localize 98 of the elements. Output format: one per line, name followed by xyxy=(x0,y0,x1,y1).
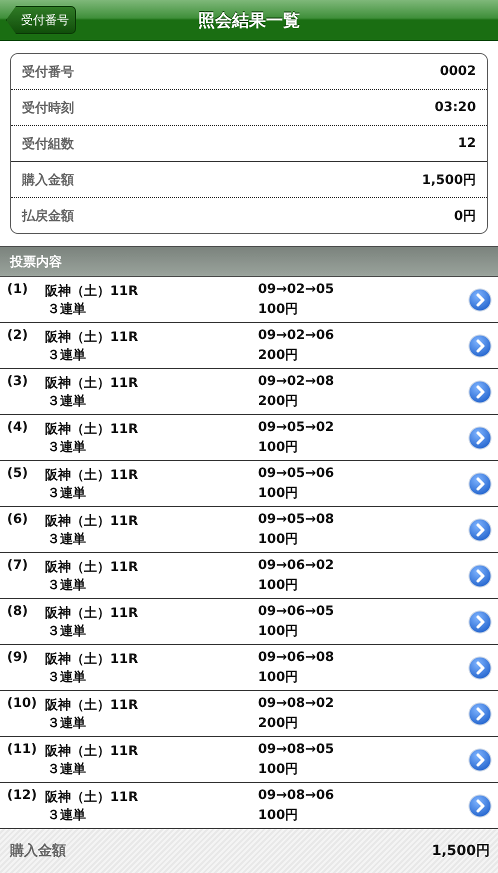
row-number: (3) xyxy=(7,374,29,390)
row-number: (10) xyxy=(7,696,38,712)
field-value: 0円 xyxy=(454,208,476,224)
bet-row[interactable]: (10) 阪神（土）11R ３連単 09→08→02 200円 xyxy=(0,691,498,737)
row-number: (7) xyxy=(7,558,29,574)
combination: 09→08→02 xyxy=(258,696,336,712)
race-name: 阪神（土）11R xyxy=(45,696,140,714)
bet-row[interactable]: (1) 阪神（土）11R ３連単 09→02→05 100円 xyxy=(0,277,498,323)
row-number: (12) xyxy=(7,788,38,804)
field-value: 0002 xyxy=(440,64,476,79)
race-name: 阪神（土）11R xyxy=(45,742,140,760)
bet-type: ３連単 xyxy=(46,300,87,318)
combination: 09→06→02 xyxy=(258,558,336,574)
row-number: (6) xyxy=(7,512,29,528)
bet-type: ３連単 xyxy=(46,806,87,824)
race-name: 阪神（土）11R xyxy=(45,282,140,300)
total-label: 購入金額 xyxy=(10,842,66,860)
chevron-right-icon[interactable] xyxy=(468,610,492,634)
field-value: 12 xyxy=(458,136,476,151)
bet-amount: 100円 xyxy=(258,668,300,686)
race-name: 阪神（土）11R xyxy=(45,650,140,668)
row-number: (1) xyxy=(7,282,29,298)
row-number: (5) xyxy=(7,466,29,482)
race-name: 阪神（土）11R xyxy=(45,604,140,622)
row-number: (9) xyxy=(7,650,29,666)
chevron-right-icon[interactable] xyxy=(468,748,492,772)
section-title: 投票内容 xyxy=(10,254,62,270)
bet-type: ３連単 xyxy=(46,714,87,732)
row-number: (8) xyxy=(7,604,29,620)
field-value: 03:20 xyxy=(434,100,476,115)
combination: 09→06→08 xyxy=(258,650,336,666)
race-name: 阪神（土）11R xyxy=(45,466,140,484)
bet-row[interactable]: (6) 阪神（土）11R ３連単 09→05→08 100円 xyxy=(0,507,498,553)
total-value: 1,500円 xyxy=(432,842,490,860)
combination: 09→05→08 xyxy=(258,512,336,528)
combination: 09→02→08 xyxy=(258,374,336,390)
field-label: 受付組数 xyxy=(22,136,74,152)
back-button[interactable]: 受付番号 xyxy=(6,6,76,34)
bet-amount: 100円 xyxy=(258,760,300,778)
bet-type: ３連単 xyxy=(46,622,87,640)
bet-row[interactable]: (11) 阪神（土）11R ３連単 09→08→05 100円 xyxy=(0,737,498,783)
bet-type: ３連単 xyxy=(46,346,87,364)
chevron-right-icon[interactable] xyxy=(468,656,492,680)
page-title: 照会結果一覧 xyxy=(198,10,300,32)
field-value: 1,500円 xyxy=(422,172,476,188)
chevron-right-icon[interactable] xyxy=(468,702,492,726)
bet-type: ３連単 xyxy=(46,438,87,456)
bet-row[interactable]: (8) 阪神（土）11R ３連単 09→06→05 100円 xyxy=(0,599,498,645)
chevron-right-icon[interactable] xyxy=(468,794,492,818)
race-name: 阪神（土）11R xyxy=(45,328,140,346)
bet-amount: 100円 xyxy=(258,806,300,824)
bet-amount: 100円 xyxy=(258,622,300,640)
combination: 09→02→05 xyxy=(258,282,336,298)
bet-amount: 200円 xyxy=(258,346,300,364)
bet-amount: 100円 xyxy=(258,576,300,594)
bet-row[interactable]: (4) 阪神（土）11R ３連単 09→05→02 100円 xyxy=(0,415,498,461)
chevron-right-icon[interactable] xyxy=(468,564,492,588)
race-name: 阪神（土）11R xyxy=(45,374,140,392)
field-label: 受付番号 xyxy=(22,64,74,80)
bet-type: ３連単 xyxy=(46,484,87,502)
row-number: (11) xyxy=(7,742,38,758)
field-label: 購入金額 xyxy=(22,172,74,188)
combination: 09→06→05 xyxy=(258,604,336,620)
bet-type: ３連単 xyxy=(46,530,87,548)
bet-row[interactable]: (5) 阪神（土）11R ３連単 09→05→06 100円 xyxy=(0,461,498,507)
race-name: 阪神（土）11R xyxy=(45,788,140,806)
row-number: (4) xyxy=(7,420,29,436)
bet-type: ３連単 xyxy=(46,392,87,410)
race-name: 阪神（土）11R xyxy=(45,558,140,576)
chevron-right-icon[interactable] xyxy=(468,472,492,496)
bet-amount: 200円 xyxy=(258,714,300,732)
bet-amount: 100円 xyxy=(258,530,300,548)
bet-row[interactable]: (2) 阪神（土）11R ３連単 09→02→06 200円 xyxy=(0,323,498,369)
chevron-right-icon[interactable] xyxy=(468,380,492,404)
chevron-right-icon[interactable] xyxy=(468,518,492,542)
row-number: (2) xyxy=(7,328,29,344)
bet-amount: 100円 xyxy=(258,300,300,318)
bet-type: ３連単 xyxy=(46,668,87,686)
bet-type: ３連単 xyxy=(46,576,87,594)
chevron-right-icon[interactable] xyxy=(468,288,492,312)
bet-row[interactable]: (3) 阪神（土）11R ３連単 09→02→08 200円 xyxy=(0,369,498,415)
combination: 09→08→06 xyxy=(258,788,336,804)
combination: 09→08→05 xyxy=(258,742,336,758)
combination: 09→05→02 xyxy=(258,420,336,436)
chevron-right-icon[interactable] xyxy=(468,334,492,358)
race-name: 阪神（土）11R xyxy=(45,512,140,530)
field-label: 払戻金額 xyxy=(22,208,74,224)
combination: 09→05→06 xyxy=(258,466,336,482)
bet-amount: 100円 xyxy=(258,484,300,502)
bet-type: ３連単 xyxy=(46,760,87,778)
bet-row[interactable]: (9) 阪神（土）11R ３連単 09→06→08 100円 xyxy=(0,645,498,691)
bet-row[interactable]: (7) 阪神（土）11R ３連単 09→06→02 100円 xyxy=(0,553,498,599)
field-label: 受付時刻 xyxy=(22,100,74,116)
combination: 09→02→06 xyxy=(258,328,336,344)
chevron-right-icon[interactable] xyxy=(468,426,492,450)
bet-amount: 100円 xyxy=(258,438,300,456)
race-name: 阪神（土）11R xyxy=(45,420,140,438)
bet-amount: 200円 xyxy=(258,392,300,410)
